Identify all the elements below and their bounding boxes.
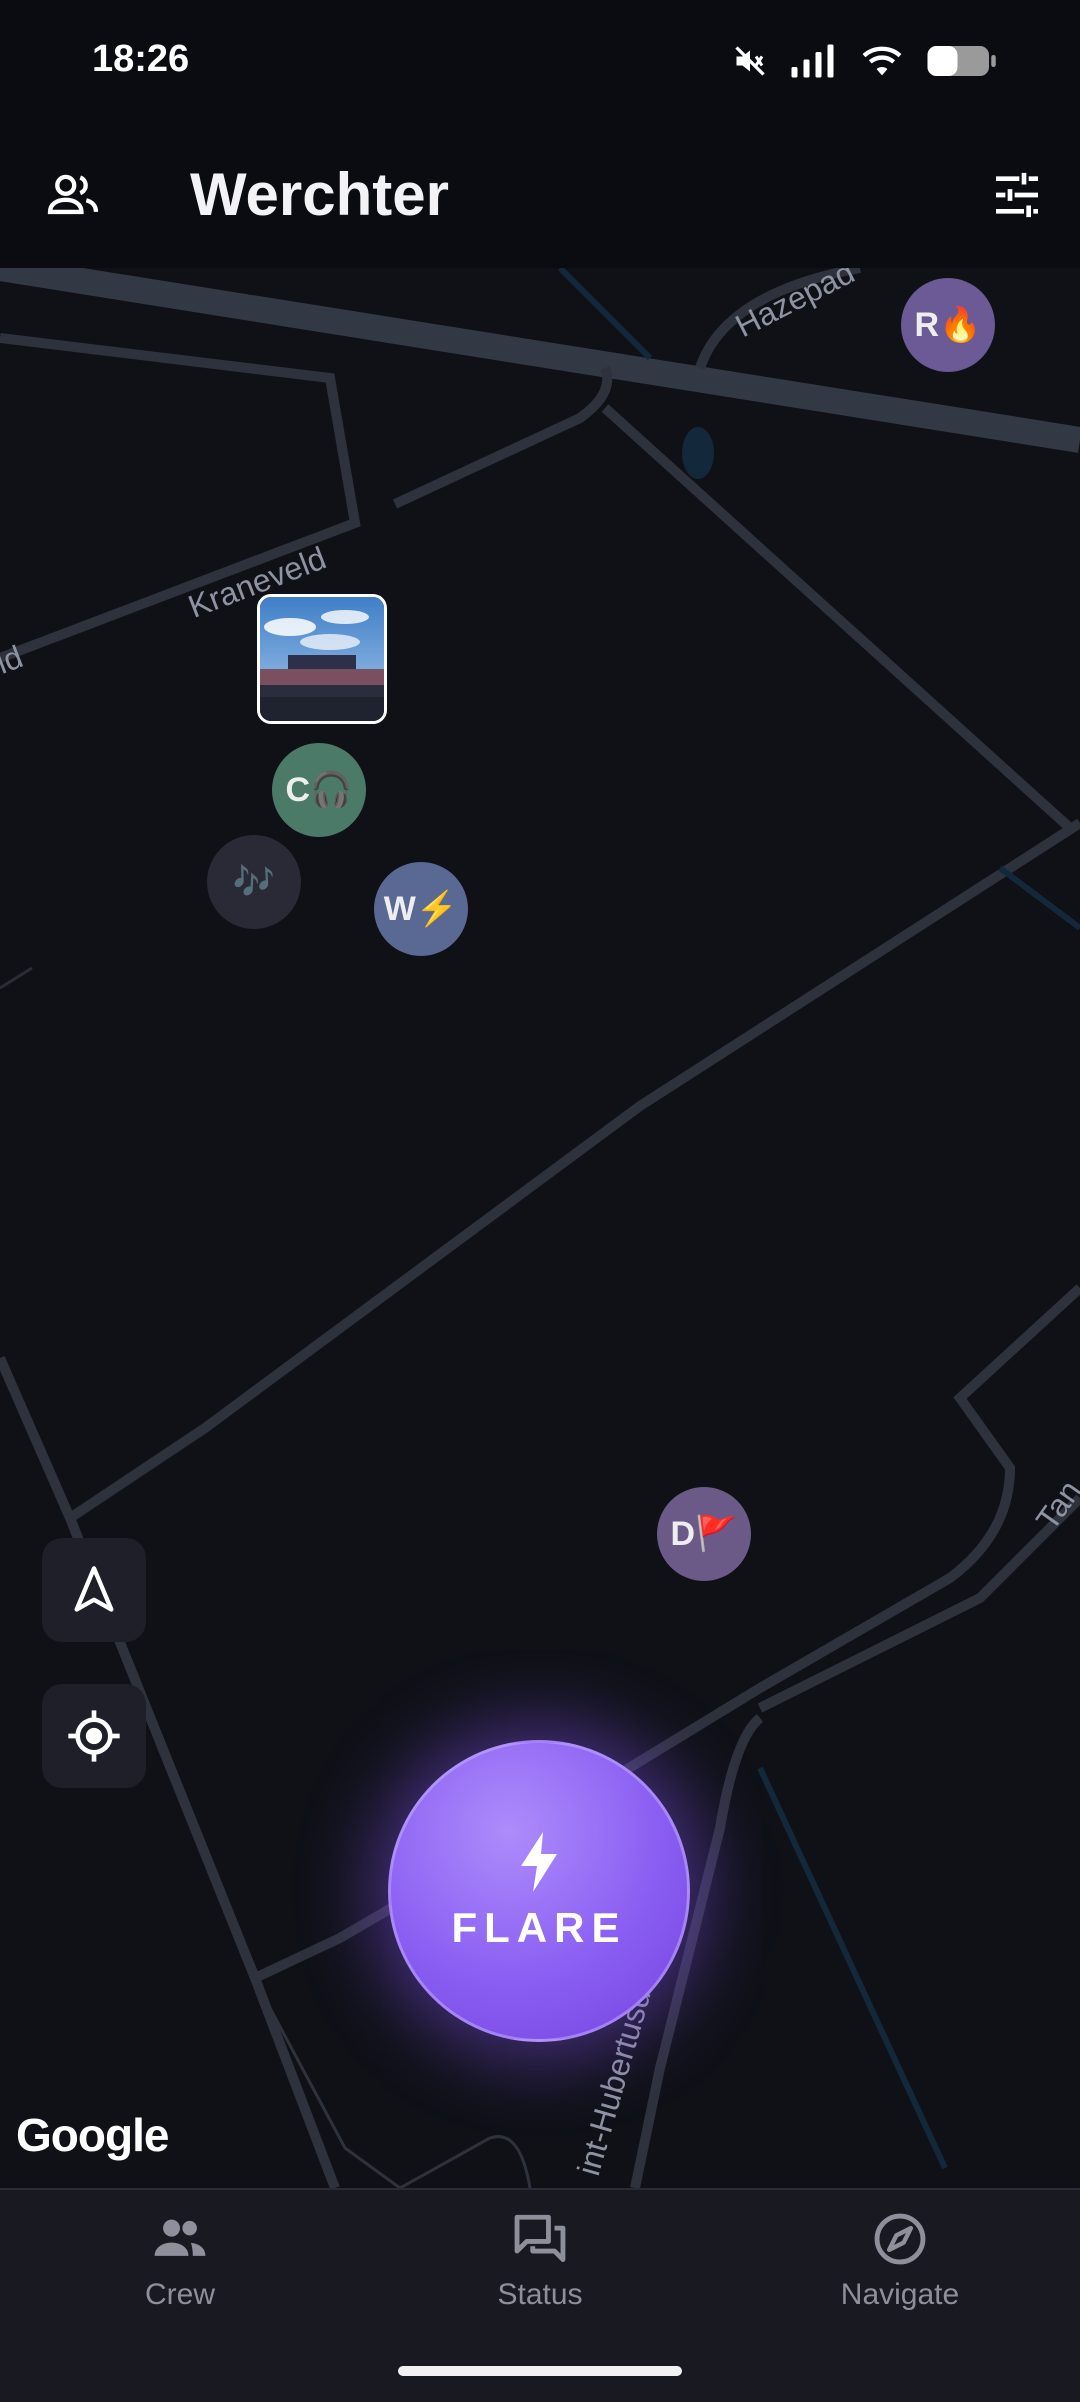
photo-marker[interactable] [257,594,387,724]
crew-marker-r[interactable]: R 🔥 [901,278,995,372]
nav-crew-label: Crew [144,2278,215,2311]
marker-letter: C [285,770,311,809]
flare-button[interactable]: FLARE [388,1740,690,2042]
nav-status-label: Status [497,2278,583,2311]
marker-letter: D [670,1514,696,1553]
headphones-icon: 🎧 [310,771,353,809]
home-indicator[interactable] [398,2366,682,2376]
app-bar: Werchter [0,120,1080,268]
chat-icon [514,2214,566,2262]
sliders-icon [996,172,1038,218]
crosshair-icon [68,1710,120,1762]
flare-label: FLARE [451,1904,627,1951]
page-title: Werchter [190,161,449,228]
wifi-icon [862,46,902,76]
nav-navigate[interactable]: Navigate [770,2210,1030,2312]
people-icon [154,2219,206,2256]
status-bar: 18:26 [0,0,1080,120]
marker-letter: R [914,305,940,344]
compass-button[interactable] [42,1538,146,1642]
battery-icon [927,46,996,76]
festival-photo [260,597,384,721]
mute-icon [735,46,765,76]
lightning-icon: ⚡ [415,890,459,928]
nav-status[interactable]: Status [410,2210,670,2312]
bolt-icon [521,1832,557,1892]
nav-navigate-label: Navigate [840,2278,960,2311]
status-time: 18:26 [92,38,190,80]
compass-icon [874,2213,926,2265]
music-notes-icon: 🎶 [232,863,276,901]
crew-marker-w[interactable]: W ⚡ [374,862,468,956]
nav-crew[interactable]: Crew [50,2210,310,2312]
crew-marker-d[interactable]: D 🚩 [657,1487,751,1581]
crew-marker-c[interactable]: C 🎧 [272,743,366,837]
people-outline-icon [47,174,99,215]
music-marker[interactable]: 🎶 [207,835,301,929]
google-attribution: Google [16,2109,169,2161]
fire-icon: 🔥 [939,306,982,344]
marker-letter: W [383,889,416,928]
my-location-button[interactable] [42,1684,146,1788]
map-view[interactable]: Hazepad Kraneveld ld Tan int-Hubertusdre… [0,268,1080,2188]
filter-button[interactable] [982,160,1052,230]
status-icons [732,40,998,82]
signal-icon [791,44,834,78]
navigation-arrow-icon [74,1566,114,1612]
crew-button[interactable] [38,160,108,230]
flag-icon: 🚩 [695,1515,738,1553]
